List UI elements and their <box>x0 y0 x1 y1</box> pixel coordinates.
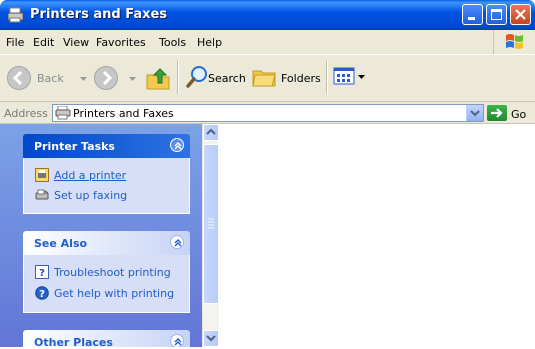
task-pane: Printer Tasks Add a printer Set up faxin… <box>0 124 202 347</box>
back-history-dropdown-icon[interactable] <box>80 77 87 82</box>
toolbar-separator <box>177 61 179 94</box>
back-label: Back <box>37 72 64 85</box>
folders-button[interactable]: Folders <box>251 65 321 91</box>
printer-tasks-title: Printer Tasks <box>34 140 115 153</box>
folders-icon <box>252 70 276 87</box>
printer-tasks-panel: Printer Tasks Add a printer Set up faxin… <box>23 134 190 214</box>
forward-button[interactable] <box>93 65 121 93</box>
go-arrow-icon <box>491 108 503 118</box>
search-label: Search <box>208 72 246 85</box>
address-label: Address <box>4 107 48 120</box>
address-dropdown-button[interactable] <box>466 105 483 121</box>
see-also-title: See Also <box>34 237 88 250</box>
title-bar[interactable]: Printers and Faxes <box>0 0 535 30</box>
other-places-panel: Other Places <box>23 330 190 347</box>
printer-tasks-body: Add a printer Set up faxing <box>23 158 190 214</box>
collapse-chevron-icon[interactable] <box>170 235 184 249</box>
views-dropdown-icon <box>358 75 365 79</box>
see-also-header[interactable]: See Also <box>23 231 190 255</box>
address-bar: Address Printers and Faxes Go <box>0 102 535 124</box>
minimize-icon <box>468 17 475 20</box>
help-circle-icon: ? <box>35 286 49 300</box>
go-button[interactable] <box>487 105 507 121</box>
menu-favorites[interactable]: Favorites <box>96 36 146 49</box>
menu-view[interactable]: View <box>63 36 89 49</box>
maximize-icon <box>491 9 502 20</box>
back-arrow-icon <box>7 66 31 90</box>
windows-flag-icon <box>506 34 523 49</box>
address-value: Printers and Faxes <box>73 107 174 120</box>
up-folder-icon <box>146 68 170 90</box>
add-printer-label: Add a printer <box>54 169 127 182</box>
svg-text:?: ? <box>39 289 45 300</box>
scroll-down-button[interactable] <box>203 330 219 347</box>
printers-faxes-small-icon <box>55 106 71 120</box>
windows-logo <box>493 30 530 54</box>
close-button[interactable] <box>510 4 531 25</box>
grip-icon <box>208 218 214 229</box>
search-icon <box>186 66 207 88</box>
chevron-down-icon <box>470 110 480 117</box>
toolbar-separator <box>326 61 328 94</box>
menu-help[interactable]: Help <box>197 36 222 49</box>
go-label[interactable]: Go <box>511 108 526 121</box>
printer-tasks-header[interactable]: Printer Tasks <box>23 134 190 158</box>
printers-list-area[interactable] <box>219 124 535 347</box>
back-button[interactable]: Back <box>6 63 72 93</box>
printers-faxes-icon <box>7 7 24 23</box>
scroll-up-button[interactable] <box>203 124 219 141</box>
standard-toolbar: Back Search Folders <box>0 55 535 102</box>
menu-tools[interactable]: Tools <box>159 36 186 49</box>
forward-history-dropdown-icon[interactable] <box>129 77 136 82</box>
svg-text:?: ? <box>39 268 45 279</box>
scroll-thumb[interactable] <box>203 144 219 304</box>
add-printer-icon <box>35 168 49 182</box>
see-also-panel: See Also ? Troubleshoot printing ? Get h… <box>23 231 190 313</box>
menu-edit[interactable]: Edit <box>33 36 54 49</box>
views-icon <box>333 67 355 85</box>
other-places-title: Other Places <box>34 336 113 347</box>
task-pane-scrollbar[interactable] <box>202 124 219 347</box>
set-up-faxing-label: Set up faxing <box>54 189 128 202</box>
collapse-chevron-icon[interactable] <box>170 334 184 347</box>
other-places-header[interactable]: Other Places <box>23 330 190 347</box>
fax-icon <box>35 189 49 200</box>
get-help-printing-label: Get help with printing <box>54 287 175 300</box>
menu-bar: File Edit View Favorites Tools Help <box>0 30 535 55</box>
search-button[interactable]: Search <box>185 65 247 91</box>
collapse-chevron-icon[interactable] <box>170 138 184 152</box>
window-title: Printers and Faxes <box>30 7 168 22</box>
minimize-button[interactable] <box>462 4 483 25</box>
views-button[interactable] <box>333 65 367 91</box>
chevron-down-icon <box>206 335 216 342</box>
address-input[interactable]: Printers and Faxes <box>52 104 484 122</box>
close-icon <box>515 9 526 20</box>
troubleshoot-printing-label: Troubleshoot printing <box>54 266 171 279</box>
help-topic-icon: ? <box>35 265 49 279</box>
chevron-up-icon <box>206 128 216 135</box>
up-folder-button[interactable] <box>145 65 171 91</box>
folders-label: Folders <box>281 72 321 85</box>
maximize-button[interactable] <box>486 4 507 25</box>
see-also-body: ? Troubleshoot printing ? Get help with … <box>23 255 190 313</box>
forward-arrow-icon <box>94 66 118 90</box>
menu-file[interactable]: File <box>6 36 24 49</box>
